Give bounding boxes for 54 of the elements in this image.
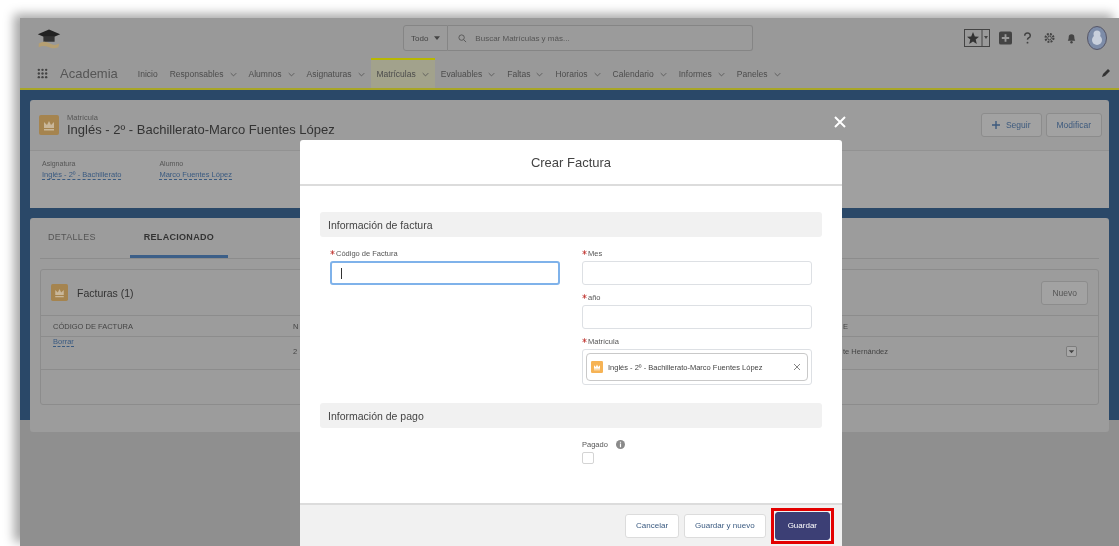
- search-icon: [458, 33, 468, 43]
- record-tab[interactable]: DETALLES: [48, 218, 110, 258]
- search-scope-dropdown[interactable]: Todo: [403, 25, 449, 51]
- nav-tab[interactable]: Informes: [678, 69, 712, 79]
- crown-record-icon: [591, 361, 603, 373]
- info-icon[interactable]: [615, 440, 625, 449]
- related-list-title: Facturas (1): [77, 286, 134, 299]
- nav-tab[interactable]: Alumnos: [248, 69, 282, 79]
- chevron-down-icon[interactable]: [357, 71, 365, 77]
- text-input-field[interactable]: [330, 261, 560, 285]
- nav-tab[interactable]: Asignaturas: [306, 69, 352, 79]
- footer-button[interactable]: Guardar y nuevo: [684, 513, 766, 538]
- checkbox[interactable]: [582, 452, 594, 464]
- footer-button[interactable]: Cancelar: [625, 513, 680, 538]
- chevron-down-icon[interactable]: [593, 71, 601, 77]
- help-icon[interactable]: [1021, 31, 1034, 45]
- section-header: Información de factura: [320, 212, 822, 237]
- caret-icon[interactable]: [434, 36, 441, 40]
- chevron-down-icon[interactable]: [659, 71, 667, 77]
- nav-tab[interactable]: Faltas: [507, 69, 531, 79]
- chevron-down-icon[interactable]: [287, 71, 295, 77]
- save-button[interactable]: Guardar: [774, 511, 830, 540]
- chevron-down-icon[interactable]: [536, 71, 544, 77]
- row-menu-icon[interactable]: [1066, 345, 1077, 357]
- plus-icon: [991, 121, 1000, 129]
- record-action-button[interactable]: Seguir: [980, 113, 1042, 137]
- nav-tab[interactable]: Inicio: [137, 69, 158, 79]
- remove-icon[interactable]: [793, 363, 801, 371]
- crown-list-icon: [51, 284, 68, 301]
- chevron-down-icon[interactable]: [488, 71, 496, 77]
- bell-icon[interactable]: [1065, 31, 1078, 45]
- chevron-down-icon[interactable]: [717, 71, 725, 77]
- chevron-down-icon[interactable]: [229, 71, 237, 77]
- record-tab[interactable]: RELACIONADO: [129, 218, 229, 258]
- close-icon[interactable]: [834, 116, 846, 128]
- avatar-icon[interactable]: [1087, 26, 1107, 50]
- add-icon[interactable]: [999, 31, 1012, 45]
- nav-tab[interactable]: Calendario: [612, 69, 654, 79]
- nav-tab[interactable]: Evaluables: [440, 69, 483, 79]
- app-name: Academia: [60, 65, 118, 81]
- nav-tab[interactable]: Horarios: [555, 69, 588, 79]
- app-launcher-icon[interactable]: [37, 67, 48, 79]
- record-action-button[interactable]: Modificar: [1045, 113, 1102, 137]
- record-title: Inglés - 2º - Bachillerato-Marco Fuentes López: [67, 122, 335, 137]
- nav-tab[interactable]: Paneles: [736, 69, 768, 79]
- section-header: Información de pago: [320, 403, 822, 428]
- new-button[interactable]: Nuevo: [1041, 280, 1088, 305]
- crown-record-icon: [39, 115, 59, 135]
- pencil-icon[interactable]: [1101, 68, 1111, 78]
- chevron-down-icon[interactable]: [421, 71, 429, 77]
- nav-tab[interactable]: Responsables: [169, 69, 224, 79]
- settings-icon[interactable]: [1043, 31, 1056, 45]
- modal-title: Crear Factura: [530, 154, 612, 170]
- chevron-down-icon[interactable]: [773, 71, 781, 77]
